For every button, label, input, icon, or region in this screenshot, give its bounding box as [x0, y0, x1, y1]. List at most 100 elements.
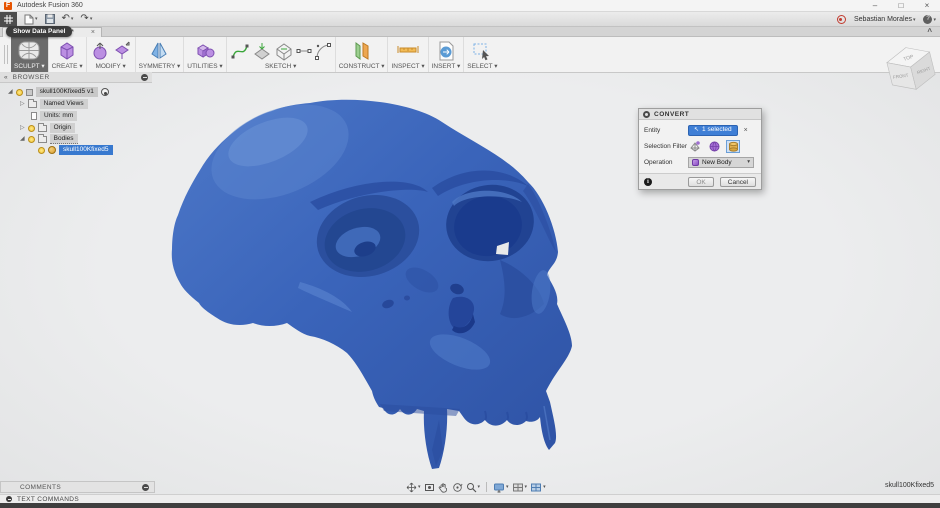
close-button[interactable]: × [914, 0, 940, 12]
ribbon-group-insert[interactable]: INSERT ▾ [429, 37, 465, 72]
expand-icon-bodies[interactable]: ◢ [20, 134, 25, 144]
ribbon-group-select[interactable]: SELECT ▾ [464, 37, 500, 72]
filter-body-button[interactable] [707, 140, 721, 153]
filter-mesh-body-button[interactable] [726, 140, 740, 153]
visibility-bulb-icon[interactable] [16, 89, 23, 96]
record-icon[interactable] [837, 15, 846, 24]
pan-hand-icon [438, 482, 449, 493]
look-at-button[interactable] [424, 482, 435, 493]
quick-access-toolbar: ▾ ↶ ▾ ↷ ▾ Sebastian Morales ▾ ? ▾ [0, 12, 940, 27]
visibility-bulb-icon[interactable] [28, 136, 35, 143]
clear-selection-icon[interactable]: × [744, 127, 748, 134]
expand-icon-root[interactable]: ◢ [8, 87, 13, 97]
comments-panel-header[interactable]: COMMENTS [0, 481, 155, 493]
undo-button[interactable]: ↶ ▾ [62, 14, 74, 24]
browser-display-settings-icon[interactable] [141, 74, 148, 81]
selected-body-label[interactable]: skull100Kfixed5 [59, 145, 113, 155]
browser-collapse-icon[interactable]: « [4, 74, 8, 81]
pan-button[interactable] [438, 482, 449, 493]
ribbon-group-sculpt[interactable]: SCULPT ▾ [11, 37, 49, 72]
ribbon-group-inspect[interactable]: INSPECT ▾ [388, 37, 428, 72]
origin-label[interactable]: Origin [50, 123, 75, 133]
ribbon-group-modify[interactable]: MODIFY ▾ [87, 37, 136, 72]
bodies-folder-label[interactable]: Bodies [50, 134, 78, 144]
display-settings-icon [493, 482, 505, 493]
comments-settings-icon[interactable] [142, 484, 149, 491]
navbar-separator [486, 482, 487, 492]
ribbon-group-sketch[interactable]: SKETCH ▾ [227, 37, 336, 72]
fusion-logo-icon: F [4, 2, 12, 10]
expand-icon-origin[interactable]: ▷ [20, 123, 25, 133]
ribbon-group-symmetry[interactable]: SYMMETRY ▾ [136, 37, 185, 72]
file-icon [24, 14, 34, 25]
convert-dialog-header[interactable]: CONVERT [639, 109, 761, 120]
tab-close-icon[interactable]: × [91, 29, 95, 36]
dialog-footer: i OK Cancel [639, 173, 761, 189]
named-views-label[interactable]: Named Views [40, 99, 88, 109]
browser-row-origin[interactable]: ▷ Origin [20, 123, 75, 133]
toolbar-collapse-chevron[interactable]: ^ [927, 27, 932, 36]
units-label[interactable]: Units: mm [40, 111, 77, 121]
inspect-measure-icon [396, 40, 420, 62]
select-icon [471, 40, 493, 62]
visibility-bulb-icon[interactable] [38, 147, 45, 154]
save-icon [45, 14, 55, 24]
browser-row-named-views[interactable]: ▷ Named Views [20, 99, 88, 109]
view-cube[interactable]: TOP FRONT RIGHT [880, 37, 940, 101]
browser-row-units[interactable]: Units: mm [31, 111, 77, 121]
zoom-button[interactable]: ▾ [466, 482, 481, 493]
root-component-label[interactable]: skull100Kfixed5 v1 [36, 87, 98, 97]
active-document-name: skull100Kfixed5 [885, 482, 934, 489]
ribbon-group-construct[interactable]: CONSTRUCT ▾ [336, 37, 389, 72]
dialog-title: CONVERT [654, 111, 689, 118]
display-settings-button[interactable]: ▾ [493, 482, 509, 493]
orbit-button[interactable] [452, 482, 463, 493]
ribbon-label-select: SELECT [467, 63, 492, 70]
ribbon-label-modify: MODIFY [95, 63, 120, 70]
browser-panel: « BROWSER ◢ skull100Kfixed5 v1 ▷ Named V… [0, 72, 152, 83]
grid-settings-button[interactable]: ▾ [512, 482, 528, 493]
help-menu[interactable]: ? ▾ [923, 15, 936, 24]
cancel-button[interactable]: Cancel [720, 177, 756, 187]
text-commands-icon [6, 496, 12, 502]
modify-crease-icon [90, 40, 110, 62]
filter-mesh-section-button[interactable] [688, 140, 702, 153]
user-menu[interactable]: Sebastian Morales ▾ [854, 16, 916, 23]
sketch-project-icon [252, 40, 272, 62]
selection-filter-label: Selection Filter [644, 143, 688, 150]
operation-dropdown[interactable]: New Body ▾ [688, 157, 754, 168]
maximize-button[interactable]: □ [888, 0, 914, 12]
operation-label: Operation [644, 159, 688, 166]
entity-selection-chip[interactable]: ↖ 1 selected [688, 125, 738, 136]
save-button[interactable] [45, 14, 55, 24]
text-commands-bar[interactable]: TEXT COMMANDS [0, 494, 940, 503]
minimize-button[interactable]: – [862, 0, 888, 12]
modify-edit-form-icon [112, 40, 132, 62]
ribbon-label-symmetry: SYMMETRY [139, 63, 176, 70]
operation-row: Operation New Body ▾ [644, 156, 756, 168]
browser-row-bodies[interactable]: ◢ Bodies [20, 134, 78, 144]
viewports-icon [530, 482, 542, 493]
expand-icon-named-views[interactable]: ▷ [20, 99, 25, 109]
utilities-icon [194, 40, 216, 62]
ribbon-drag-handle[interactable] [4, 45, 8, 64]
ok-button[interactable]: OK [688, 177, 713, 187]
convert-dialog: CONVERT Entity ↖ 1 selected × Selection … [638, 108, 762, 190]
file-menu-button[interactable]: ▾ [24, 14, 38, 25]
data-panel-toggle-button[interactable] [0, 12, 17, 27]
ribbon-group-create[interactable]: CREATE ▾ [49, 37, 87, 72]
text-commands-label: TEXT COMMANDS [17, 496, 79, 503]
viewports-button[interactable]: ▾ [530, 482, 546, 493]
ribbon-label-inspect: INSPECT [391, 63, 419, 70]
fusion360-window: F Autodesk Fusion 360 – □ × ▾ ↶ ▾ [0, 0, 940, 508]
skull-mesh-body[interactable] [160, 90, 600, 480]
activate-component-radio[interactable] [101, 88, 109, 96]
info-icon[interactable]: i [644, 178, 652, 186]
visibility-bulb-icon[interactable] [28, 125, 35, 132]
browser-row-body[interactable]: skull100Kfixed5 [38, 145, 113, 155]
redo-button[interactable]: ↷ ▾ [80, 14, 92, 24]
mesh-body-filter-icon [728, 141, 739, 152]
ribbon-group-utilities[interactable]: UTILITIES ▾ [184, 37, 226, 72]
fit-view-button[interactable]: ▾ [406, 482, 421, 493]
browser-row-root[interactable]: ◢ skull100Kfixed5 v1 [8, 87, 109, 97]
